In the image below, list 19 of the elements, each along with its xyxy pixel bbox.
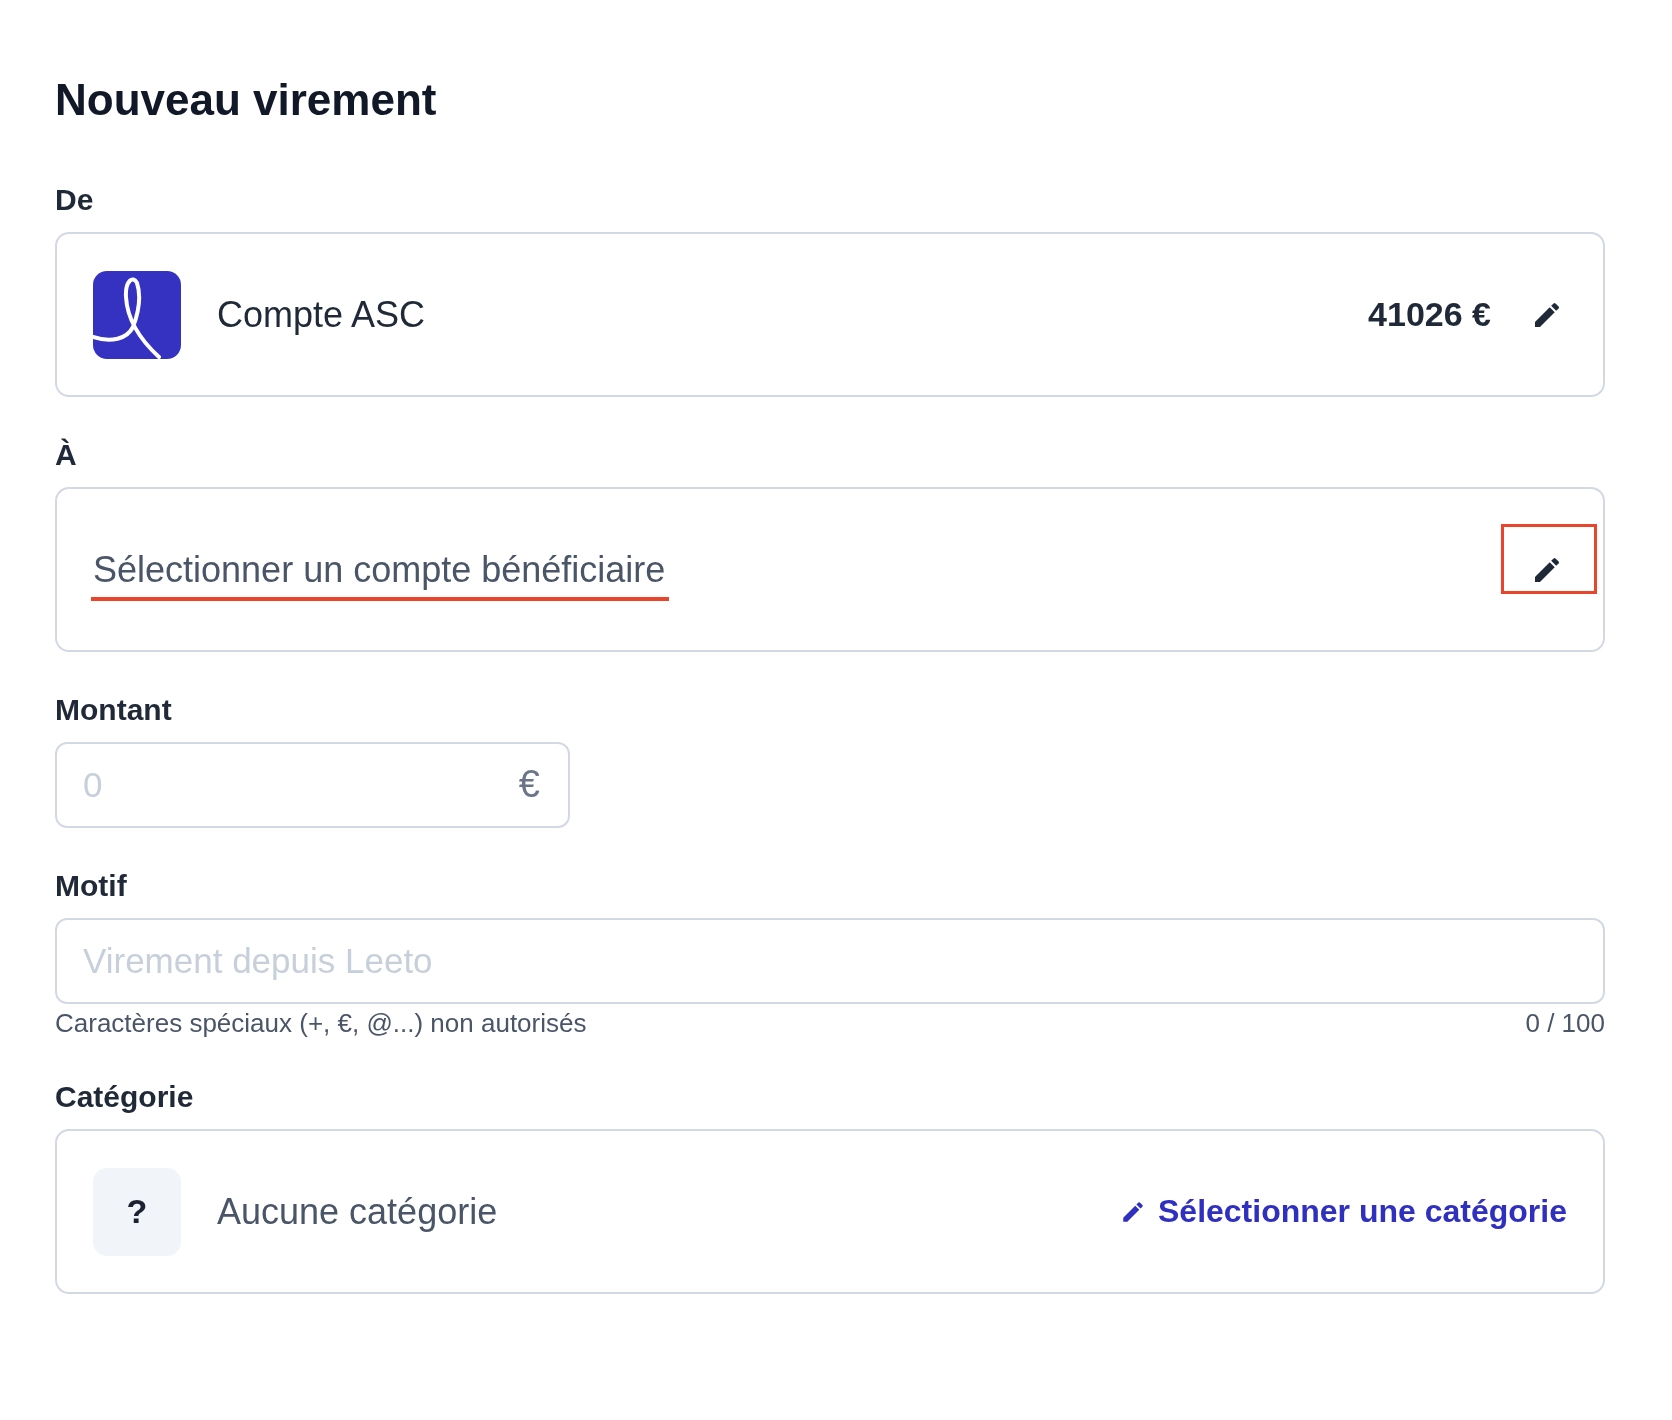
reason-field[interactable]: Virement depuis Leeto xyxy=(55,918,1605,1004)
field-label: Catégorie xyxy=(55,1079,195,1115)
category-value: Aucune catégorie xyxy=(217,1190,499,1233)
recipient-placeholder[interactable]: Sélectionner un compte bénéficiaire xyxy=(93,548,666,591)
category-badge: ? xyxy=(93,1167,181,1256)
field-label: Montant xyxy=(55,692,173,728)
currency-symbol: € xyxy=(518,762,540,806)
logo-icon xyxy=(93,270,181,359)
recipient-card[interactable]: Sélectionner un compte bénéficiaire xyxy=(55,487,1605,652)
account-card[interactable]: Compte ASC 41026 € xyxy=(55,232,1605,397)
account-balance: 41026 € xyxy=(1368,295,1491,334)
character-counter: 0 / 100 xyxy=(1525,1008,1605,1039)
select-category-link[interactable]: Sélectionner une catégorie xyxy=(1120,1193,1567,1230)
field-label: Motif xyxy=(55,868,128,904)
account-name: Compte ASC xyxy=(217,293,427,336)
page-title: Nouveau virement xyxy=(55,74,438,126)
field-label: À xyxy=(55,437,78,473)
helper-text: Caractères spéciaux (+, €, @...) non autorisés xyxy=(55,1008,587,1039)
field-label: De xyxy=(55,182,95,218)
